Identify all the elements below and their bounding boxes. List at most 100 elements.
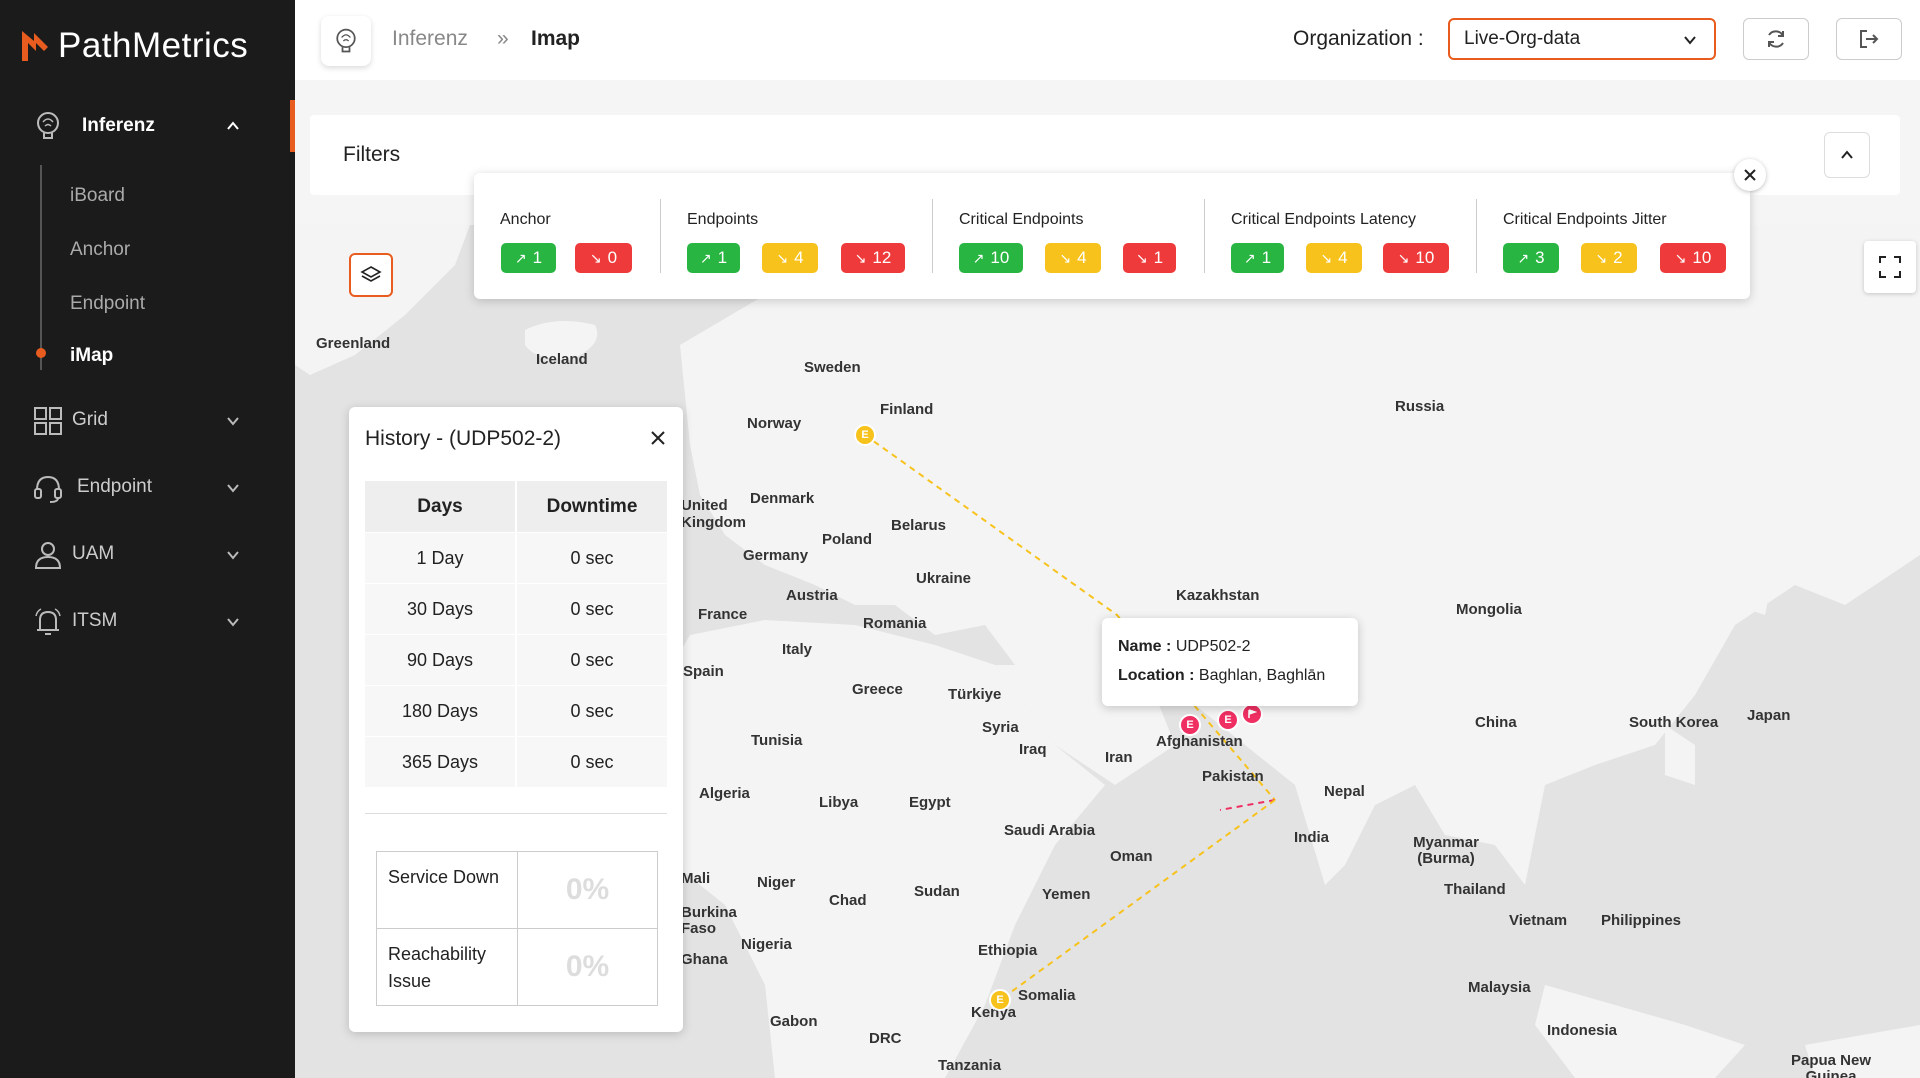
- sidebar-item-label: ITSM: [72, 610, 118, 631]
- arrow-up-icon: ↗: [699, 249, 712, 266]
- stat-pill-down[interactable]: ↘ 0: [575, 243, 632, 273]
- subnav-item-iboard[interactable]: iBoard: [70, 185, 125, 207]
- endpoint-marker[interactable]: E: [1179, 714, 1201, 736]
- map-label: Algeria: [699, 785, 750, 802]
- stat-pill-down[interactable]: ↘ 10: [1383, 243, 1449, 273]
- map-label: Spain: [683, 663, 724, 680]
- table-cell: 180 Days: [365, 686, 515, 736]
- stat-pill-up[interactable]: ↗ 10: [959, 243, 1023, 273]
- map-label: Ethiopia: [978, 942, 1038, 959]
- organization-label: Organization :: [1293, 27, 1424, 50]
- fullscreen-button[interactable]: [1864, 241, 1916, 293]
- flag-icon: [1248, 709, 1257, 718]
- map-label: Greece: [852, 681, 903, 698]
- map-label: India: [1294, 829, 1330, 846]
- close-icon: [1744, 169, 1756, 181]
- sidebar-item-endpoint[interactable]: Endpoint: [0, 464, 295, 512]
- stat-pill-up[interactable]: ↗ 1: [687, 243, 740, 273]
- sidebar-item-itsm[interactable]: ITSM: [0, 598, 295, 646]
- subnav-item-endpoint[interactable]: Endpoint: [70, 293, 145, 315]
- map-label: Vietnam: [1509, 912, 1568, 929]
- sidebar-item-label: Endpoint: [77, 476, 153, 497]
- stat-pill-mid[interactable]: ↘ 4: [762, 243, 818, 273]
- anchor-marker[interactable]: [1241, 703, 1263, 725]
- metric-value: 0%: [565, 950, 610, 983]
- stat-pill-down[interactable]: ↘ 1: [1123, 243, 1176, 273]
- endpoint-marker[interactable]: E: [1217, 709, 1239, 731]
- subnav-item-anchor[interactable]: Anchor: [70, 239, 130, 261]
- home-button[interactable]: [321, 16, 371, 66]
- stat-title: Critical Endpoints Latency: [1231, 211, 1416, 228]
- map-label: Sudan: [914, 883, 960, 900]
- subnav-item-imap[interactable]: iMap: [70, 345, 113, 367]
- refresh-button[interactable]: [1743, 18, 1809, 60]
- stat-pill-down[interactable]: ↘ 12: [841, 243, 905, 273]
- stat-group-critical-latency: Critical Endpoints Latency ↗ 1 ↘ 4 ↘ 10: [1205, 173, 1477, 299]
- grid-icon: [34, 407, 62, 435]
- trend-down-icon: ↘: [1059, 249, 1072, 266]
- stat-group-anchor: Anchor ↗ 1 ↘ 0: [474, 173, 659, 299]
- sidebar-item-grid[interactable]: Grid: [0, 397, 295, 445]
- logout-button[interactable]: [1836, 18, 1902, 60]
- stat-pill-up[interactable]: ↗ 1: [1231, 243, 1284, 273]
- stat-title: Critical Endpoints Jitter: [1503, 211, 1667, 228]
- stats-close-button[interactable]: [1734, 159, 1766, 191]
- layers-button[interactable]: [349, 253, 393, 297]
- stat-pill-mid[interactable]: ↘ 4: [1306, 243, 1362, 273]
- chevron-down-icon: [227, 484, 239, 493]
- map-label: Russia: [1395, 398, 1445, 415]
- breadcrumb-inferenz[interactable]: Inferenz: [392, 27, 468, 51]
- map-label: Iceland: [536, 351, 588, 368]
- map-label: Mali: [681, 870, 711, 887]
- close-icon[interactable]: [647, 427, 669, 449]
- sidebar-item-label: UAM: [72, 543, 115, 564]
- stat-pill-up[interactable]: ↗ 3: [1503, 243, 1559, 273]
- pill-value: 10: [1415, 248, 1435, 267]
- table-cell: 0 sec: [515, 533, 667, 583]
- pill-value: 1: [717, 248, 728, 267]
- stat-pill-down[interactable]: ↘ 10: [1660, 243, 1726, 273]
- map-label: Iraq: [1019, 741, 1047, 758]
- stat-group-critical-endpoints: Critical Endpoints ↗ 10 ↘ 4 ↘ 1: [933, 173, 1205, 299]
- bell-icon: [35, 608, 61, 635]
- table-row: 90 Days 0 sec: [365, 635, 667, 686]
- arrow-down-icon: ↘: [1397, 249, 1410, 266]
- sidebar-item-uam[interactable]: UAM: [0, 531, 295, 579]
- trend-down-icon: ↘: [776, 249, 789, 266]
- map-label: Ghana: [681, 951, 728, 968]
- filters-collapse-button[interactable]: [1824, 132, 1870, 178]
- stat-pill-mid[interactable]: ↘ 4: [1045, 243, 1101, 273]
- table-cell: 0 sec: [515, 635, 667, 685]
- sidebar-item-inferenz[interactable]: Inferenz: [0, 100, 295, 152]
- tooltip-name-value: UDP502-2: [1175, 638, 1251, 655]
- map-label: Syria: [982, 719, 1019, 736]
- table-cell: 365 Days: [365, 737, 515, 787]
- endpoint-marker[interactable]: E: [989, 989, 1011, 1011]
- map-label: Italy: [782, 641, 813, 658]
- map-label: Denmark: [750, 490, 815, 507]
- logo[interactable]: PathMetrics: [20, 26, 248, 66]
- arrow-down-icon: ↘: [1135, 249, 1148, 266]
- pill-value: 1: [1261, 248, 1272, 267]
- arrow-down-icon: ↘: [854, 249, 867, 266]
- table-row: 30 Days 0 sec: [365, 584, 667, 635]
- sidebar-item-label: Grid: [72, 409, 108, 430]
- sidebar-item-label: Inferenz: [82, 115, 155, 136]
- layers-icon: [360, 266, 382, 282]
- organization-select[interactable]: Live-Org-data: [1448, 18, 1716, 60]
- map-label: Türkiye: [948, 686, 1002, 703]
- stat-pill-up[interactable]: ↗ 1: [501, 243, 556, 273]
- breadcrumb-imap: Imap: [531, 27, 581, 50]
- map-label: Greenland: [316, 335, 391, 352]
- inferenz-subnav: iBoard Anchor Endpoint iMap: [36, 165, 290, 375]
- map-label: Afghanistan: [1156, 733, 1243, 750]
- map-label: Mongolia: [1456, 601, 1522, 618]
- table-cell: 0 sec: [515, 686, 667, 736]
- endpoint-marker[interactable]: E: [854, 424, 876, 446]
- chevron-up-icon[interactable]: [225, 118, 241, 134]
- arrow-down-icon: ↘: [589, 249, 602, 266]
- map-label: Japan: [1747, 707, 1791, 724]
- sidebar: PathMetrics Inferenz iBoard Anchor Endpo…: [0, 0, 295, 1078]
- stat-pill-mid[interactable]: ↘ 2: [1581, 243, 1637, 273]
- tooltip-location-value: Baghlan, Baghlān: [1198, 667, 1326, 684]
